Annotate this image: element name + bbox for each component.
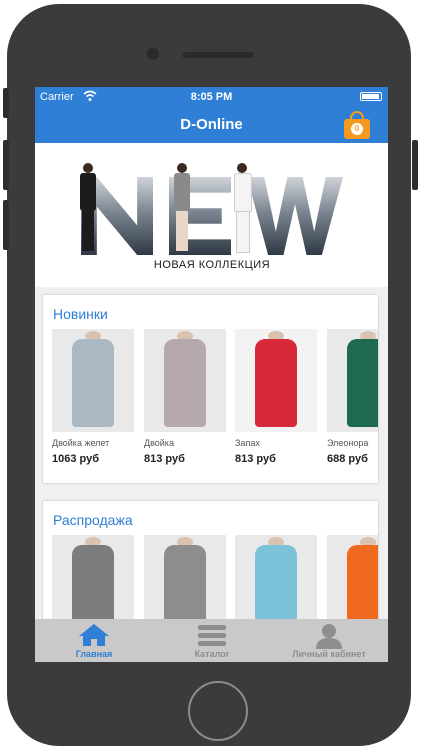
home-icon: [79, 624, 109, 646]
cart-count-badge: 0: [351, 123, 363, 135]
product-price: 1063 руб: [52, 453, 100, 465]
product-price: 688 руб: [327, 453, 368, 465]
power-button: [412, 140, 418, 190]
promo-banner[interactable]: НОВАЯ КОЛЛЕКЦИЯ: [35, 143, 388, 287]
home-button[interactable]: [188, 681, 248, 741]
app-screen: Carrier 8:05 PM D-Online 0 НОВАЯ КОЛЛЕКЦ…: [35, 87, 388, 662]
product-name: Запах: [235, 438, 260, 448]
sale-section: Распродажа: [43, 501, 378, 638]
section-title: Распродажа: [53, 512, 133, 528]
speaker: [182, 52, 254, 58]
user-icon: [316, 624, 342, 649]
navigation-bar: D-Online 0: [35, 107, 388, 143]
banner-subtitle: НОВАЯ КОЛЛЕКЦИЯ: [153, 259, 271, 271]
product-price: 813 руб: [144, 453, 185, 465]
product-card[interactable]: Элеонора 688 руб: [327, 329, 378, 465]
cart-button[interactable]: 0: [344, 111, 370, 139]
battery-icon: [360, 92, 382, 101]
product-image: [144, 329, 226, 432]
new-arrivals-section: Новинки Двойка желет 1063 руб Двойка 813…: [43, 295, 378, 483]
app-title: D-Online: [180, 116, 243, 133]
tab-catalog[interactable]: Каталог: [153, 619, 271, 662]
menu-icon: [198, 625, 226, 646]
product-name: Элеонора: [327, 438, 369, 448]
front-camera: [147, 48, 159, 60]
product-card[interactable]: Двойка желет 1063 руб: [52, 329, 134, 465]
model-figure: [231, 163, 253, 253]
clock: 8:05 PM: [190, 91, 233, 103]
product-name: Двойка: [144, 438, 174, 448]
mute-switch: [3, 88, 9, 118]
product-image: [52, 329, 134, 432]
tab-label: Каталог: [194, 649, 230, 659]
volume-up-button: [3, 140, 9, 190]
section-title: Новинки: [53, 306, 108, 322]
volume-down-button: [3, 200, 9, 250]
tab-account[interactable]: Личный кабинет: [270, 619, 388, 662]
tab-bar: Главная Каталог Личный кабинет: [35, 619, 388, 662]
banner-artwork: НОВАЯ КОЛЛЕКЦИЯ: [71, 163, 353, 275]
model-figure: [171, 163, 193, 253]
product-image: [235, 329, 317, 432]
model-figure: [77, 163, 99, 253]
tab-label: Главная: [75, 649, 113, 659]
banner-headline: [71, 177, 353, 255]
product-carousel[interactable]: Двойка желет 1063 руб Двойка 813 руб Зап…: [52, 329, 378, 479]
letter-w: [247, 177, 343, 255]
tab-home[interactable]: Главная: [35, 619, 153, 662]
status-bar: Carrier 8:05 PM: [35, 87, 388, 107]
product-name: Двойка желет: [52, 438, 110, 448]
product-image: [327, 329, 378, 432]
product-card[interactable]: Запах 813 руб: [235, 329, 317, 465]
tab-label: Личный кабинет: [292, 649, 366, 659]
product-price: 813 руб: [235, 453, 276, 465]
product-card[interactable]: Двойка 813 руб: [144, 329, 226, 465]
